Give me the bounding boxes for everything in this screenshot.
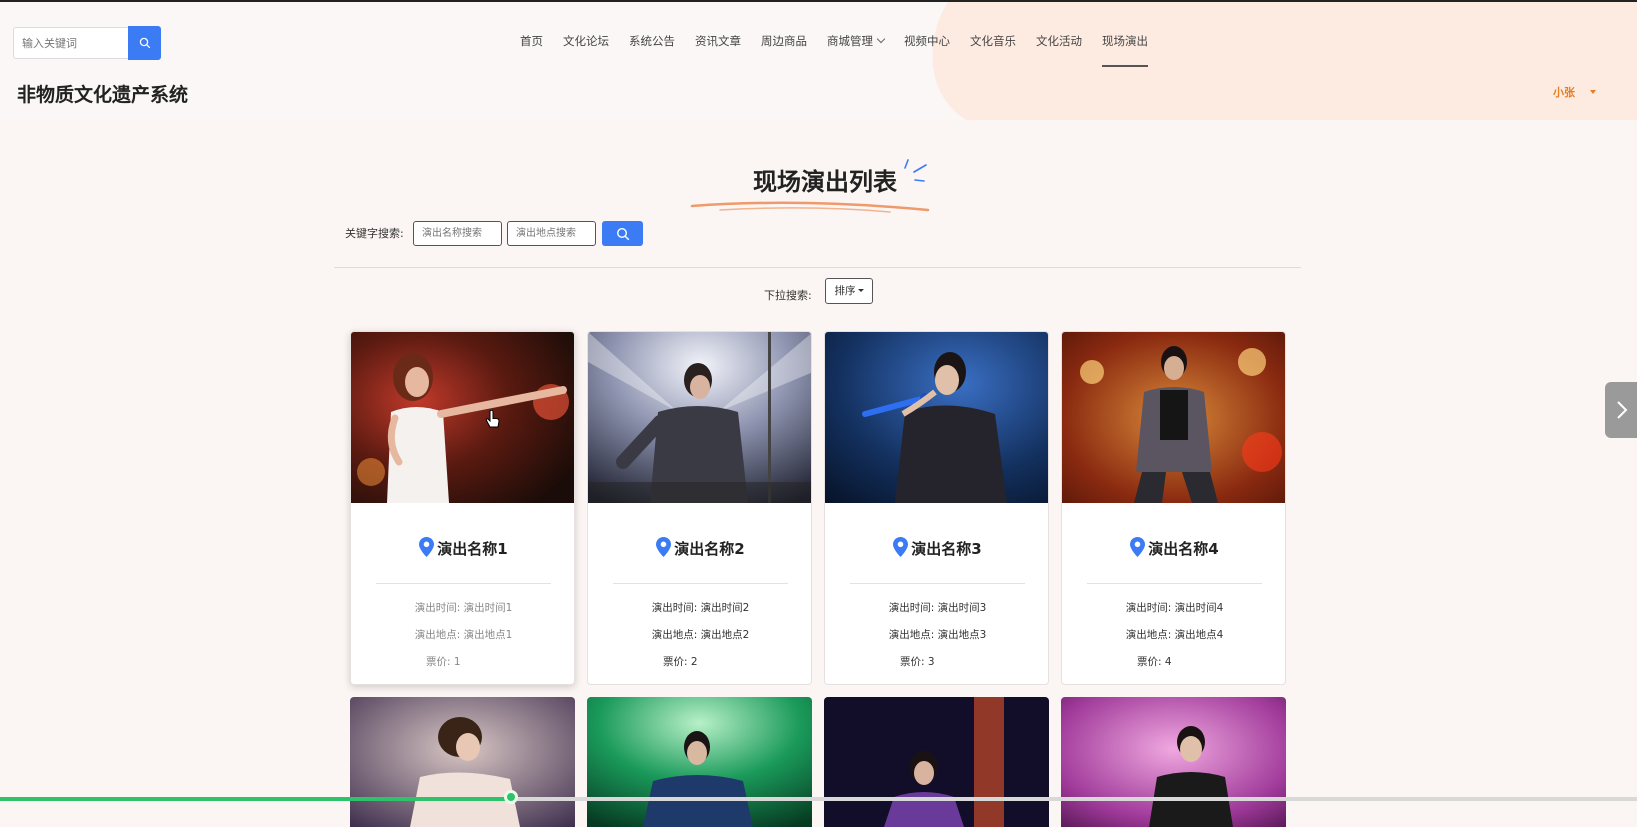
nav-label: 文化论坛 (563, 34, 609, 48)
show-price: 票价: 4 (1137, 656, 1172, 668)
nav-label: 周边商品 (761, 34, 807, 48)
show-price: 票价: 3 (900, 656, 935, 668)
main-nav: 首页 文化论坛 系统公告 资讯文章 周边商品 商城管理 视频中心 文化音乐 文化… (510, 32, 1158, 68)
header-search-input[interactable] (13, 27, 128, 59)
nav-label: 系统公告 (629, 34, 675, 48)
site-header: 非物质文化遗产系统 首页 文化论坛 系统公告 资讯文章 周边商品 商城管理 视频… (0, 2, 1637, 120)
location-pin-icon (656, 537, 672, 557)
show-name-text: 演出名称2 (674, 540, 745, 558)
next-arrow-button[interactable] (1605, 382, 1637, 438)
nav-label: 首页 (520, 34, 543, 48)
nav-home[interactable]: 首页 (510, 32, 553, 68)
show-name[interactable]: 演出名称4 (1062, 537, 1285, 559)
header-search (13, 26, 161, 61)
show-image[interactable] (351, 332, 574, 503)
nav-announcement[interactable]: 系统公告 (619, 32, 685, 68)
search-icon (616, 227, 629, 240)
show-place: 演出地点: 演出地点1 (414, 629, 513, 641)
show-image[interactable] (825, 332, 1048, 503)
nav-video[interactable]: 视频中心 (894, 32, 960, 68)
dropdown-search-label: 下拉搜索: (764, 289, 812, 302)
card-divider (376, 583, 551, 584)
show-card[interactable]: 演出名称2 演出时间: 演出时间2 演出地点: 演出地点2 票价: 2 (587, 331, 812, 685)
nav-activities[interactable]: 文化活动 (1026, 32, 1092, 68)
nav-label: 资讯文章 (695, 34, 741, 48)
nav-label: 商城管理 (827, 34, 873, 48)
nav-label: 现场演出 (1102, 34, 1148, 48)
show-card[interactable]: 演出名称4 演出时间: 演出时间4 演出地点: 演出地点4 票价: 4 (1061, 331, 1286, 685)
nav-articles[interactable]: 资讯文章 (685, 32, 751, 68)
video-progress-fill (0, 797, 512, 801)
show-name[interactable]: 演出名称1 (351, 537, 574, 559)
show-name-text: 演出名称4 (1148, 540, 1219, 558)
show-time: 演出时间: 演出时间1 (414, 602, 513, 614)
user-menu[interactable]: 小张 (1553, 84, 1596, 100)
nav-label: 文化音乐 (970, 34, 1016, 48)
show-name-text: 演出名称1 (437, 540, 508, 558)
header-search-button[interactable] (128, 26, 161, 60)
card-divider (613, 583, 788, 584)
caret-down-icon (1590, 90, 1596, 94)
sort-dropdown[interactable]: 排序 (825, 278, 873, 304)
location-pin-icon (1130, 537, 1146, 557)
show-price: 票价: 1 (426, 656, 461, 668)
show-card[interactable]: 演出名称3 演出时间: 演出时间3 演出地点: 演出地点3 票价: 3 (824, 331, 1049, 685)
nav-mall[interactable]: 商城管理 (817, 32, 894, 68)
card-divider (1087, 583, 1262, 584)
keyword-search-label: 关键字搜索: (345, 227, 404, 240)
show-place: 演出地点: 演出地点4 (1125, 629, 1224, 641)
show-name[interactable]: 演出名称2 (588, 537, 811, 559)
nav-products[interactable]: 周边商品 (751, 32, 817, 68)
search-divider (334, 267, 1301, 268)
nav-label: 视频中心 (904, 34, 950, 48)
page-title: 现场演出列表 (753, 168, 897, 196)
mouse-cursor-icon (485, 410, 500, 428)
show-name-text: 演出名称3 (911, 540, 982, 558)
show-image[interactable] (824, 697, 1049, 827)
nav-music[interactable]: 文化音乐 (960, 32, 1026, 68)
show-image[interactable] (587, 697, 812, 827)
show-name-search-input[interactable] (413, 221, 502, 246)
keyword-search-button[interactable] (602, 221, 643, 246)
show-place: 演出地点: 演出地点3 (888, 629, 987, 641)
show-price: 票价: 2 (663, 656, 698, 668)
caret-down-icon (857, 289, 864, 292)
chevron-down-icon (876, 34, 886, 44)
show-time: 演出时间: 演出时间3 (888, 602, 987, 614)
show-place: 演出地点: 演出地点2 (651, 629, 750, 641)
show-card[interactable]: 演出名称1 演出时间: 演出时间1 演出地点: 演出地点1 票价: 1 (350, 331, 575, 685)
user-name: 小张 (1553, 86, 1575, 99)
show-name[interactable]: 演出名称3 (825, 537, 1048, 559)
nav-live-shows[interactable]: 现场演出 (1092, 32, 1158, 68)
site-title: 非物质文化遗产系统 (17, 84, 189, 106)
sort-label: 排序 (834, 285, 856, 297)
location-pin-icon (419, 537, 435, 557)
show-image[interactable] (588, 332, 811, 503)
show-time: 演出时间: 演出时间2 (651, 602, 750, 614)
show-image[interactable] (350, 697, 575, 827)
card-divider (850, 583, 1025, 584)
show-image[interactable] (1062, 332, 1285, 503)
show-image[interactable] (1061, 697, 1286, 827)
show-place-search-input[interactable] (507, 221, 596, 246)
nav-forum[interactable]: 文化论坛 (553, 32, 619, 68)
chevron-right-icon (1617, 401, 1628, 419)
nav-label: 文化活动 (1036, 34, 1082, 48)
location-pin-icon (893, 537, 909, 557)
video-progress-handle[interactable] (504, 790, 518, 804)
show-time: 演出时间: 演出时间4 (1125, 602, 1224, 614)
search-icon (139, 37, 150, 49)
